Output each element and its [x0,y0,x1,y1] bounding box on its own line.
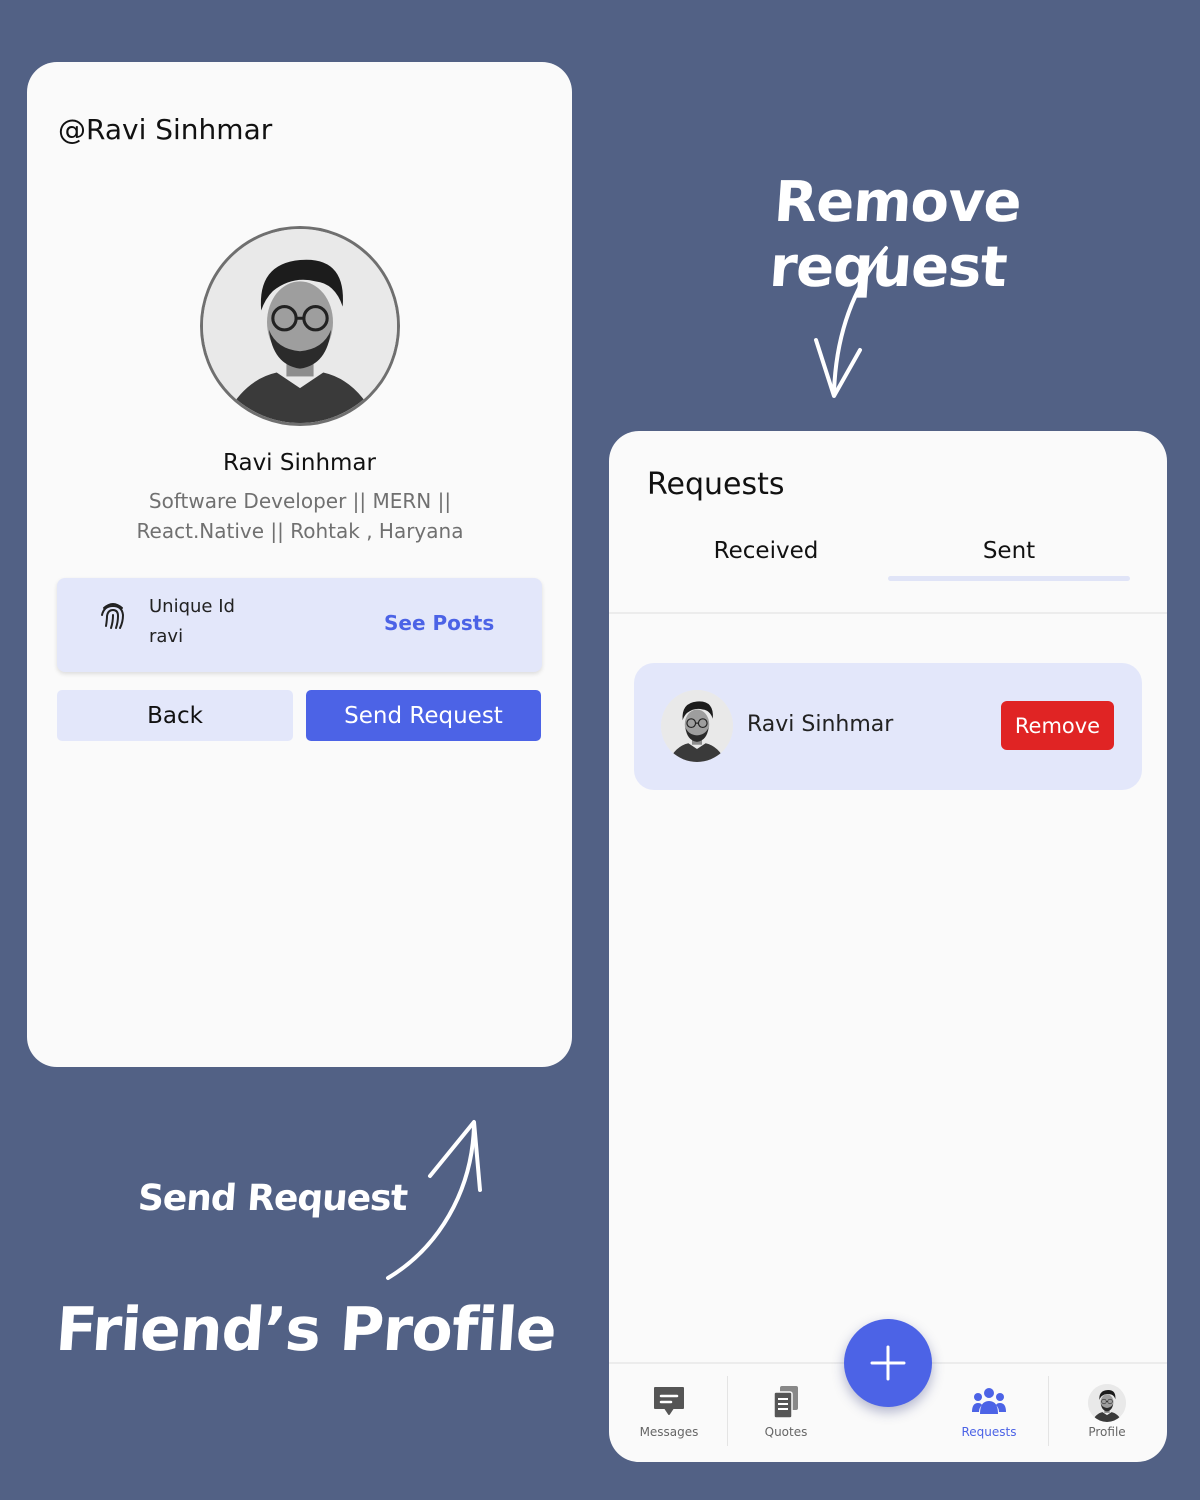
nav-label-requests: Requests [961,1425,1017,1439]
nav-separator [1048,1376,1049,1446]
avatar [661,690,733,762]
nav-label-quotes: Quotes [764,1425,808,1439]
unique-id-label: Unique Id [149,596,235,617]
see-posts-link[interactable]: See Posts [384,611,494,635]
quotes-icon [773,1386,798,1419]
request-user-name: Ravi Sinhmar [747,712,894,737]
add-button[interactable] [844,1319,932,1407]
profile-bio: Software Developer || MERN || React.Nati… [136,489,464,543]
header-divider [609,612,1167,614]
unique-id-value: ravi [149,626,184,647]
friend-profile-screen [27,62,572,1067]
avatar [1088,1384,1126,1422]
people-icon [972,1388,1006,1414]
friends-profile-annotation: Friend’s Profile [53,1295,559,1365]
requests-screen [609,431,1167,1462]
arrow-down-icon [814,246,888,398]
plus-icon [870,1345,906,1381]
message-icon [654,1387,684,1415]
remove-button[interactable]: Remove [1001,701,1114,750]
tab-sent[interactable]: Sent [888,538,1130,564]
fingerprint-icon [101,603,125,629]
nav-separator [727,1376,728,1446]
nav-item-profile[interactable] [1088,1384,1126,1422]
send-request-button[interactable]: Send Request [306,690,541,741]
nav-label-profile: Profile [1088,1425,1126,1439]
send-request-annotation: Send Request [136,1178,409,1219]
back-button[interactable]: Back [57,690,293,741]
nav-label-messages: Messages [639,1425,699,1439]
tab-received[interactable]: Received [645,538,887,564]
profile-handle: @Ravi Sinhmar [58,113,273,146]
arrow-up-icon [386,1120,482,1280]
active-tab-indicator [888,576,1130,581]
page-title: Requests [647,467,785,502]
profile-name: Ravi Sinhmar [223,450,376,476]
profile-avatar [200,226,400,426]
